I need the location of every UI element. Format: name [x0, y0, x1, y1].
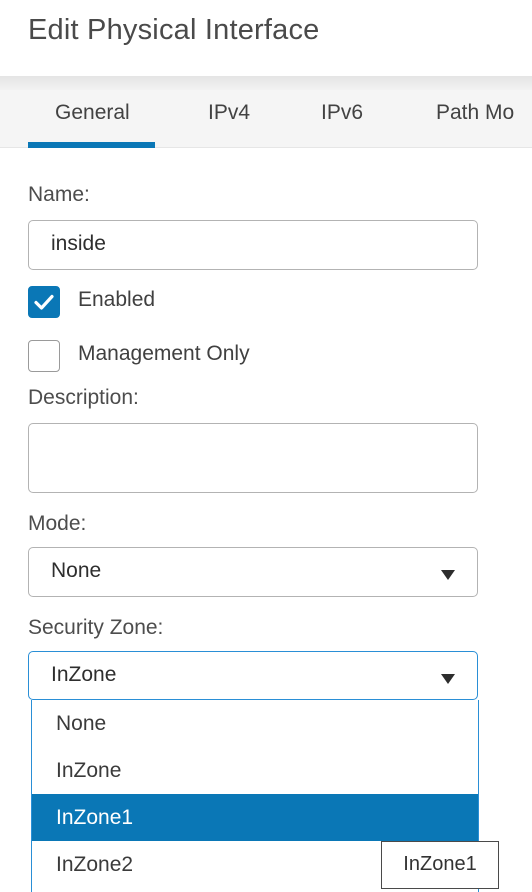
security-zone-select-value: InZone: [51, 663, 117, 686]
name-label: Name:: [28, 183, 90, 206]
management-only-label: Management Only: [78, 342, 250, 365]
description-label: Description:: [28, 386, 139, 409]
security-zone-select[interactable]: InZone: [28, 651, 478, 700]
tab-general[interactable]: General: [28, 90, 155, 148]
option-tooltip: InZone1: [381, 841, 499, 889]
management-only-checkbox[interactable]: [28, 340, 60, 372]
dropdown-option-inzone1[interactable]: InZone1: [32, 794, 478, 841]
checkmark-icon: [34, 294, 54, 310]
enabled-checkbox[interactable]: [28, 286, 60, 318]
mode-label: Mode:: [28, 512, 87, 535]
tab-ipv6[interactable]: IPv6: [321, 90, 363, 148]
dropdown-option-inzone[interactable]: InZone: [32, 747, 478, 794]
dropdown-option-none[interactable]: None: [32, 700, 478, 747]
mode-select[interactable]: None: [28, 547, 478, 597]
title-divider: [0, 76, 532, 90]
tab-path-monitoring[interactable]: Path Mo: [436, 90, 514, 148]
tab-ipv4[interactable]: IPv4: [208, 90, 250, 148]
mode-select-value: None: [51, 559, 102, 582]
tab-bar: General IPv4 IPv6 Path Mo: [0, 90, 532, 148]
name-input[interactable]: inside: [28, 220, 478, 270]
enabled-label: Enabled: [78, 288, 156, 311]
name-input-value: inside: [51, 232, 106, 255]
chevron-down-icon: [441, 673, 455, 684]
chevron-down-icon: [441, 570, 455, 580]
description-input[interactable]: [28, 423, 478, 493]
security-zone-label: Security Zone:: [28, 616, 164, 639]
dialog-title: Edit Physical Interface: [28, 14, 320, 46]
